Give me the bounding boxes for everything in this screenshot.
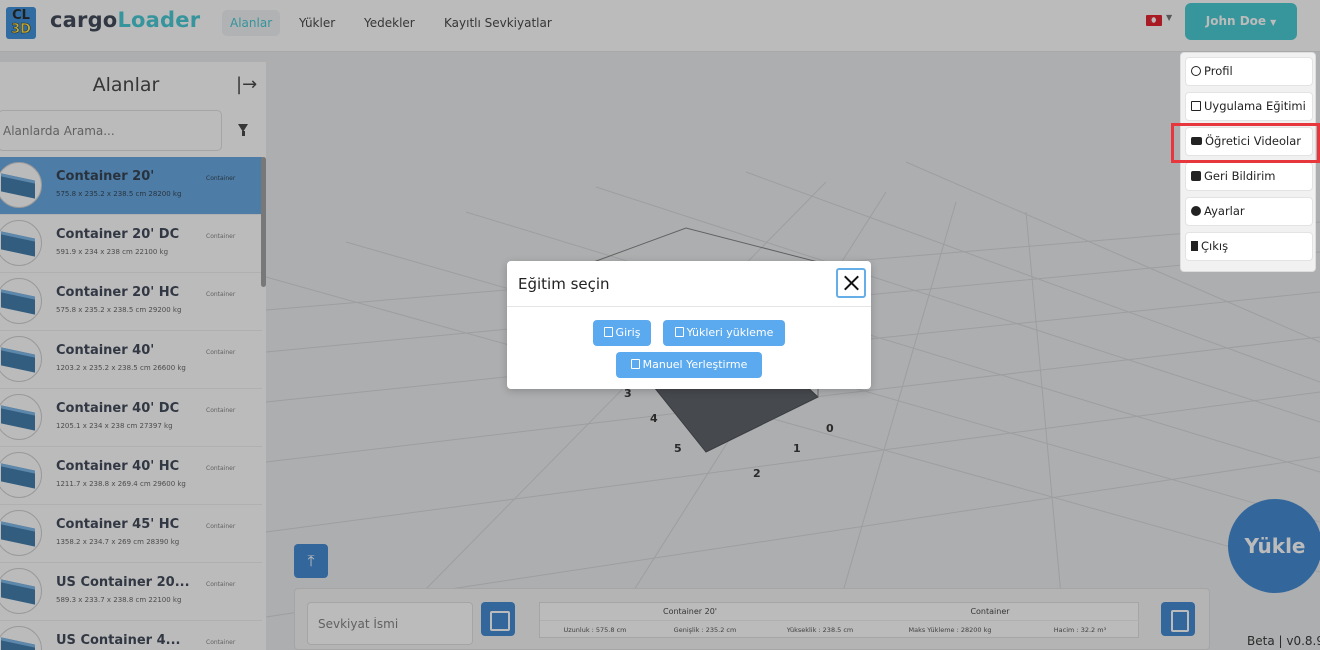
menu-item-label: Çıkış (1201, 239, 1229, 253)
tutorial-button-label: Manuel Yerleştirme (642, 358, 748, 371)
menu-item-label: Geri Bildirim (1204, 169, 1276, 183)
menu-item-label: Profil (1204, 64, 1233, 78)
book-icon (630, 359, 640, 369)
comment-icon (1191, 171, 1201, 181)
menu-item-logout[interactable]: Çıkış (1185, 232, 1313, 261)
menu-item-profile[interactable]: Profil (1185, 57, 1313, 86)
user-circle-icon (1191, 66, 1201, 76)
tutorial-button-label: Yükleri yükleme (686, 326, 774, 339)
menu-item-app-training[interactable]: Uygulama Eğitimi (1185, 92, 1313, 121)
tutorial-button-label: Giriş (615, 326, 641, 339)
tutorial-modal: Eğitim seçin Giriş Yükleri yükleme Manue… (507, 261, 871, 389)
tutorial-loading-button[interactable]: Yükleri yükleme (663, 320, 785, 346)
book-icon (603, 327, 613, 337)
close-icon[interactable] (836, 268, 866, 298)
tutorial-intro-button[interactable]: Giriş (593, 320, 651, 346)
book-icon (674, 327, 684, 337)
menu-item-label: Uygulama Eğitimi (1204, 99, 1306, 113)
gear-icon (1191, 206, 1201, 216)
highlight-box (1171, 123, 1320, 163)
tutorial-manual-button[interactable]: Manuel Yerleştirme (616, 352, 762, 378)
menu-item-feedback[interactable]: Geri Bildirim (1185, 162, 1313, 191)
menu-item-label: Ayarlar (1204, 204, 1245, 218)
menu-item-settings[interactable]: Ayarlar (1185, 197, 1313, 226)
modal-divider (507, 306, 871, 307)
door-icon (1191, 241, 1198, 251)
modal-title: Eğitim seçin (518, 275, 610, 293)
book-icon (1191, 101, 1201, 111)
